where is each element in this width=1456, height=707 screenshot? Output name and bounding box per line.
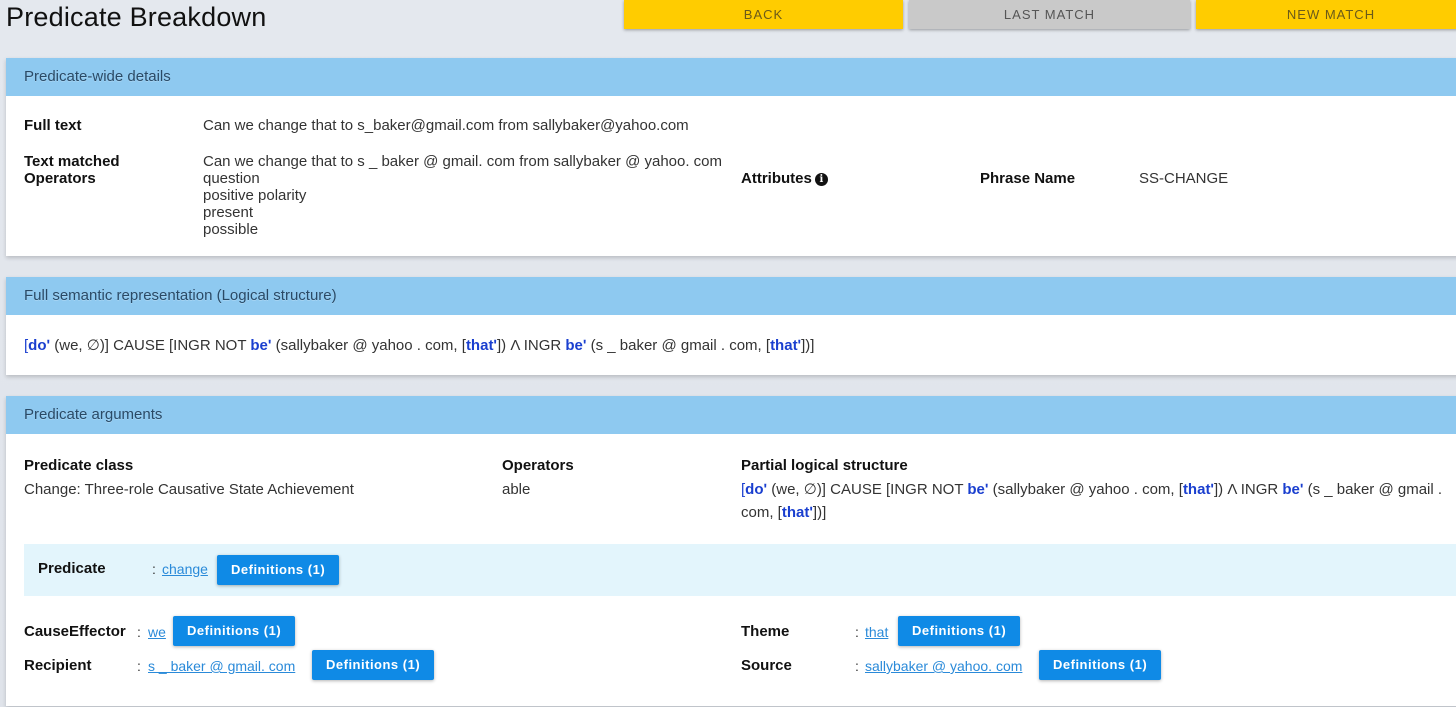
semantic-header: Full semantic representation (Logical st… bbox=[6, 277, 1456, 315]
ls-predicate-do: doʹ bbox=[745, 481, 768, 498]
predicate-band: Predicate : change Definitions (1) bbox=[24, 544, 1456, 596]
source-colon: : bbox=[855, 658, 859, 674]
operator-item: question bbox=[203, 170, 260, 187]
ls-text: (sallybaker @ yahoo . com, [ bbox=[271, 337, 466, 354]
ls-predicate-be: beʹ bbox=[250, 337, 272, 354]
predicate-link[interactable]: change bbox=[162, 561, 208, 577]
theme-colon: : bbox=[855, 624, 859, 640]
arg-operators-label: Operators bbox=[502, 457, 574, 474]
operator-item: present bbox=[203, 204, 254, 221]
ls-predicate-that: thatʹ bbox=[465, 337, 497, 354]
recipient-link[interactable]: s _ baker @ gmail. com bbox=[148, 658, 295, 674]
source-link[interactable]: sallybaker @ yahoo. com bbox=[865, 658, 1022, 674]
theme-definitions-button[interactable]: Definitions (1) bbox=[898, 616, 1021, 646]
predicate-wide-card: Predicate-wide details Full text Can we … bbox=[6, 58, 1456, 256]
ls-predicate-that: thatʹ bbox=[781, 504, 813, 521]
ls-text: (s _ baker @ gmail . com, [ bbox=[586, 337, 771, 354]
ls-predicate-that: thatʹ bbox=[770, 337, 802, 354]
full-text-value: Can we change that to s_baker@gmail.com … bbox=[203, 117, 689, 134]
arguments-card: Predicate arguments Predicate class Chan… bbox=[6, 396, 1456, 706]
predicate-colon: : bbox=[152, 561, 156, 577]
ls-text: (sallybaker @ yahoo . com, [ bbox=[988, 481, 1183, 498]
recipient-label: Recipient bbox=[24, 657, 92, 674]
logical-structure: [doʹ (we, ∅)] CAUSE [INGR NOT beʹ (sally… bbox=[24, 334, 814, 357]
full-text-label: Full text bbox=[24, 117, 82, 134]
operators-label: Operators bbox=[24, 170, 96, 187]
phrase-name-label: Phrase Name bbox=[980, 170, 1076, 187]
ls-text: ])] bbox=[801, 337, 815, 354]
partial-logical-structure: [doʹ (we, ∅)] CAUSE [INGR NOT beʹ (sally… bbox=[741, 478, 1446, 524]
ls-text: ])] bbox=[812, 504, 827, 521]
cause-effector-label: CauseEffector bbox=[24, 623, 126, 640]
source-definitions-button[interactable]: Definitions (1) bbox=[1039, 650, 1162, 680]
partial-ls-label: Partial logical structure bbox=[741, 457, 908, 474]
theme-label: Theme bbox=[741, 623, 790, 640]
page-title: Predicate Breakdown bbox=[6, 2, 267, 32]
phrase-name-value: SS-CHANGE bbox=[1139, 170, 1229, 187]
attributes-label: Attributes i bbox=[741, 170, 828, 187]
predicate-label: Predicate bbox=[38, 560, 106, 577]
ls-predicate-do: doʹ bbox=[28, 337, 51, 354]
cause-effector-colon: : bbox=[137, 624, 141, 640]
ls-text: ]) Λ INGR bbox=[1214, 481, 1283, 498]
semantic-card: Full semantic representation (Logical st… bbox=[6, 277, 1456, 375]
predicate-class-value: Change: Three-role Causative State Achie… bbox=[24, 481, 354, 498]
ls-text: (we, ∅)] CAUSE [INGR NOT bbox=[767, 481, 968, 498]
ls-predicate-be: beʹ bbox=[565, 337, 587, 354]
arg-operators-value: able bbox=[502, 481, 531, 498]
predicate-definitions-button[interactable]: Definitions (1) bbox=[217, 555, 340, 585]
predicate-wide-header: Predicate-wide details bbox=[6, 58, 1456, 96]
ls-text: (we, ∅)] CAUSE [INGR NOT bbox=[50, 337, 251, 354]
text-matched-value: Can we change that to s _ baker @ gmail.… bbox=[203, 153, 723, 170]
ls-predicate-be: beʹ bbox=[967, 481, 989, 498]
operators-list: question positive polarity present possi… bbox=[203, 170, 306, 238]
theme-link[interactable]: that bbox=[865, 624, 888, 640]
new-match-button[interactable]: NEW MATCH bbox=[1196, 0, 1456, 29]
recipient-definitions-button[interactable]: Definitions (1) bbox=[312, 650, 435, 680]
ls-predicate-be: beʹ bbox=[1282, 481, 1304, 498]
cause-effector-definitions-button[interactable]: Definitions (1) bbox=[173, 616, 296, 646]
last-match-button[interactable]: LAST MATCH bbox=[909, 0, 1190, 29]
predicate-class-label: Predicate class bbox=[24, 457, 134, 474]
attributes-label-text: Attributes bbox=[741, 170, 812, 187]
source-label: Source bbox=[741, 657, 792, 674]
info-icon[interactable]: i bbox=[814, 173, 828, 186]
operator-item: positive polarity bbox=[203, 187, 307, 204]
back-button[interactable]: BACK bbox=[624, 0, 903, 29]
text-matched-label: Text matched bbox=[24, 153, 120, 170]
ls-predicate-that: thatʹ bbox=[1182, 481, 1214, 498]
operator-item: possible bbox=[203, 221, 259, 238]
arguments-header: Predicate arguments bbox=[6, 396, 1456, 434]
ls-text: ]) Λ INGR bbox=[497, 337, 566, 354]
cause-effector-link[interactable]: we bbox=[148, 624, 166, 640]
recipient-colon: : bbox=[137, 658, 141, 674]
